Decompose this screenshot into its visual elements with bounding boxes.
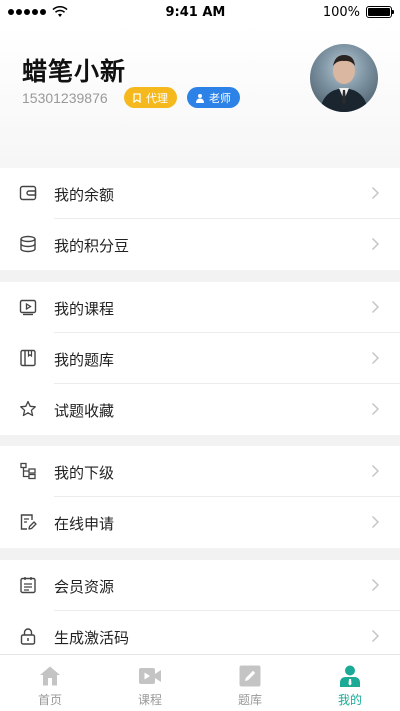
user-name: 蜡笔小新 xyxy=(22,57,127,86)
tab-question-bank[interactable]: 题库 xyxy=(200,655,300,711)
chevron-right-icon xyxy=(371,402,380,416)
home-icon xyxy=(40,666,60,686)
tab-mine-label: 我的 xyxy=(337,693,362,707)
menu-label-activation-code: 生成激活码 xyxy=(54,629,130,647)
chevron-right-icon xyxy=(371,464,380,478)
menu-label-apply: 在线申请 xyxy=(54,515,115,533)
menu-label-question-bank: 我的题库 xyxy=(54,351,115,369)
menu-label-subordinates: 我的下级 xyxy=(54,464,115,482)
status-time: 9:41 AM xyxy=(165,4,226,20)
avatar[interactable] xyxy=(310,44,378,112)
menu-item-balance[interactable]: 我的余额 xyxy=(0,168,400,219)
menu-group-learning: 我的课程 我的题库 试题收藏 xyxy=(0,282,400,435)
bottom-tab-bar: 首页 课程 题库 我的 xyxy=(0,654,400,711)
tab-courses-label: 课程 xyxy=(137,693,162,707)
chevron-right-icon xyxy=(371,186,380,200)
book-icon xyxy=(20,349,36,367)
menu-label-member-resources: 会员资源 xyxy=(54,578,115,596)
teacher-badge: 老师 xyxy=(187,87,240,108)
menu-group-team: 我的下级 在线申请 xyxy=(0,446,400,548)
battery-icon xyxy=(366,6,394,18)
chevron-right-icon xyxy=(371,300,380,314)
battery-percent: 100% xyxy=(322,4,360,20)
lock-icon xyxy=(20,628,36,645)
tab-home-label: 首页 xyxy=(37,693,62,707)
tab-mine[interactable]: 我的 xyxy=(300,655,400,711)
menu-item-subordinates[interactable]: 我的下级 xyxy=(0,446,400,497)
star-icon xyxy=(20,400,36,417)
menu-item-apply[interactable]: 在线申请 xyxy=(0,497,400,548)
status-bar: 9:41 AM 100% xyxy=(0,0,400,24)
pencil-square-icon xyxy=(239,665,261,687)
menu-item-courses[interactable]: 我的课程 xyxy=(0,282,400,333)
wifi-icon xyxy=(52,6,68,17)
menu-group-member: 会员资源 生成激活码 xyxy=(0,560,400,662)
teacher-badge-label: 老师 xyxy=(209,91,231,105)
teacher-icon xyxy=(196,93,204,103)
avatar-icon xyxy=(320,55,368,112)
calendar-list-icon xyxy=(20,577,36,594)
status-right: 100% xyxy=(322,4,394,20)
wallet-icon xyxy=(19,185,37,201)
tab-home[interactable]: 首页 xyxy=(0,655,100,711)
coins-icon xyxy=(20,235,36,253)
user-icon xyxy=(340,665,360,687)
chevron-right-icon xyxy=(371,515,380,529)
chevron-right-icon xyxy=(371,629,380,643)
hierarchy-icon xyxy=(20,462,36,480)
menu-label-favorites: 试题收藏 xyxy=(54,402,115,420)
chevron-right-icon xyxy=(371,237,380,251)
menu-item-points[interactable]: 我的积分豆 xyxy=(0,219,400,270)
tab-question-bank-label: 题库 xyxy=(237,693,262,707)
agent-badge: 代理 xyxy=(124,87,177,108)
bookmark-icon xyxy=(133,92,141,103)
menu-group-wallet: 我的余额 我的积分豆 xyxy=(0,168,400,270)
signal-icon xyxy=(8,9,46,15)
menu-item-question-bank[interactable]: 我的题库 xyxy=(0,333,400,384)
menu-item-member-resources[interactable]: 会员资源 xyxy=(0,560,400,611)
menu-label-points: 我的积分豆 xyxy=(54,237,130,255)
edit-form-icon xyxy=(20,514,37,530)
status-left xyxy=(8,6,68,18)
tab-courses[interactable]: 课程 xyxy=(100,655,200,711)
chevron-right-icon xyxy=(371,351,380,365)
menu-label-balance: 我的余额 xyxy=(54,186,115,204)
menu-item-favorites[interactable]: 试题收藏 xyxy=(0,384,400,435)
menu-label-courses: 我的课程 xyxy=(54,300,115,318)
video-camera-icon xyxy=(139,668,161,684)
chevron-right-icon xyxy=(371,578,380,592)
video-course-icon xyxy=(19,299,37,316)
user-phone: 15301239876 xyxy=(22,90,108,106)
agent-badge-label: 代理 xyxy=(146,91,168,105)
